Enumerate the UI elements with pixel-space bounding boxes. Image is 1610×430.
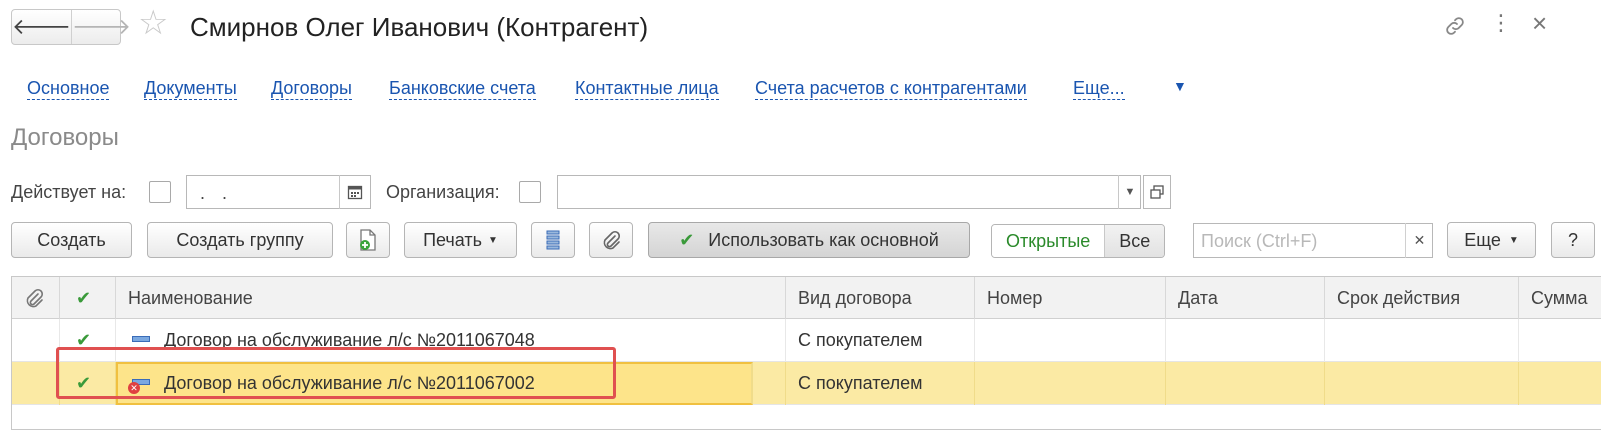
tab-settlement-accounts[interactable]: Счета расчетов с контрагентами — [755, 77, 1027, 100]
table-header: ✔ Наименование Вид договора Номер Дата С… — [12, 277, 1601, 319]
check-icon: ✔ — [76, 287, 92, 308]
page-title: Смирнов Олег Иванович (Контрагент) — [190, 12, 649, 42]
more-menu-icon[interactable]: ⋮ — [1490, 12, 1512, 34]
tab-more-arrow-icon[interactable]: ▼ — [1173, 78, 1187, 94]
header-attachment[interactable] — [12, 277, 60, 319]
search-clear-button[interactable]: ✕ — [1405, 223, 1433, 258]
more-button[interactable]: Еще ▼ — [1447, 222, 1536, 258]
use-as-main-label: Использовать как основной — [708, 229, 939, 250]
organization-label: Организация: — [386, 182, 500, 202]
add-document-icon — [360, 229, 376, 251]
tab-main[interactable]: Основное — [27, 77, 110, 100]
valid-on-checkbox[interactable] — [149, 181, 171, 203]
forward-button[interactable]: 🡒 — [71, 10, 131, 44]
paperclip-icon — [603, 230, 621, 250]
back-button[interactable]: 🡐 — [12, 10, 71, 44]
section-title: Договоры — [11, 124, 119, 151]
row-name-cell[interactable]: Договор на обслуживание л/с №2011067048 — [116, 319, 786, 362]
row-attachment-cell — [12, 362, 60, 405]
header-name[interactable]: Наименование — [116, 277, 786, 319]
row-date-cell[interactable] — [1166, 319, 1325, 362]
row-term-cell[interactable] — [1325, 319, 1519, 362]
organization-open-button[interactable] — [1143, 175, 1171, 209]
chevron-down-icon: ▼ — [1124, 186, 1136, 198]
header-main-flag[interactable]: ✔ — [60, 277, 116, 319]
row-spacer-cell — [753, 362, 786, 405]
row-date-cell[interactable] — [1166, 362, 1325, 405]
paperclip-icon — [26, 288, 44, 308]
row-main-flag-cell: ✔ — [60, 362, 116, 405]
valid-on-label: Действует на: — [11, 182, 127, 202]
organization-checkbox[interactable] — [519, 181, 541, 203]
tab-bank-accounts[interactable]: Банковские счета — [389, 77, 536, 100]
header-date[interactable]: Дата — [1166, 277, 1325, 319]
close-icon: ✕ — [1413, 232, 1426, 248]
filter-all-button[interactable]: Все — [1105, 225, 1165, 257]
calendar-button[interactable] — [339, 175, 370, 209]
list-view-button[interactable] — [531, 222, 575, 258]
tab-contracts[interactable]: Договоры — [271, 77, 352, 100]
create-button[interactable]: Создать — [11, 222, 132, 258]
arrow-right-icon: 🡒 — [72, 14, 131, 39]
create-group-button[interactable]: Создать группу — [147, 222, 333, 258]
attach-file-button[interactable] — [589, 222, 633, 258]
close-icon[interactable]: × — [1532, 10, 1547, 36]
deleted-contract-icon: ✕ — [128, 379, 150, 394]
help-button[interactable]: ? — [1551, 222, 1595, 258]
tab-contact-persons[interactable]: Контактные лица — [575, 77, 719, 100]
filter-open-button[interactable]: Открытые — [992, 225, 1106, 257]
favorite-star-icon[interactable]: ☆ — [138, 6, 168, 40]
date-value: . . — [200, 183, 234, 203]
more-label: Еще — [1464, 229, 1501, 250]
row-attachment-cell — [12, 319, 60, 362]
arrow-left-icon: 🡐 — [12, 14, 71, 39]
row-name: Договор на обслуживание л/с №2011067002 — [164, 373, 535, 393]
row-name: Договор на обслуживание л/с №2011067048 — [164, 330, 535, 350]
row-kind-cell[interactable]: С покупателем — [786, 319, 975, 362]
calendar-icon — [347, 185, 363, 200]
row-name-cell[interactable]: ✕ Договор на обслуживание л/с №201106700… — [116, 362, 753, 405]
tab-more[interactable]: Еще... — [1073, 77, 1125, 100]
header-kind[interactable]: Вид договора — [786, 277, 975, 319]
row-sum-cell[interactable] — [1519, 362, 1601, 405]
row-kind-cell[interactable]: С покупателем — [786, 362, 975, 405]
row-number-cell[interactable] — [975, 319, 1166, 362]
filter-toggle: Открытые Все — [991, 224, 1166, 258]
check-icon: ✔ — [76, 330, 92, 350]
use-as-main-button[interactable]: ✔ Использовать как основной — [648, 222, 970, 258]
row-main-flag-cell: ✔ — [60, 319, 116, 362]
contract-item-icon — [132, 336, 150, 345]
chevron-down-icon: ▼ — [488, 234, 498, 246]
organization-field[interactable] — [557, 175, 1141, 209]
print-label: Печать — [423, 229, 483, 250]
row-term-cell[interactable] — [1325, 362, 1519, 405]
tab-documents[interactable]: Документы — [144, 77, 237, 100]
header-sum[interactable]: Сумма — [1519, 277, 1601, 319]
header-number[interactable]: Номер — [975, 277, 1166, 319]
row-sum-cell[interactable] — [1519, 319, 1601, 362]
chevron-down-icon: ▼ — [1508, 234, 1519, 246]
check-icon: ✔ — [679, 229, 695, 250]
open-window-icon — [1150, 185, 1164, 199]
list-icon — [546, 230, 560, 250]
row-number-cell[interactable] — [975, 362, 1166, 405]
search-placeholder: Поиск (Ctrl+F) — [1201, 231, 1318, 251]
navigation-buttons: 🡐 🡒 — [11, 9, 131, 45]
contracts-table: ✔ Наименование Вид договора Номер Дата С… — [11, 276, 1601, 430]
organization-dropdown-button[interactable]: ▼ — [1118, 175, 1141, 209]
copy-document-button[interactable] — [346, 222, 390, 258]
table-row[interactable]: ✔ Договор на обслуживание л/с №201106704… — [12, 319, 1601, 362]
print-button[interactable]: Печать ▼ — [404, 222, 517, 258]
check-icon: ✔ — [76, 373, 92, 393]
link-icon[interactable] — [1443, 14, 1467, 42]
table-row-selected[interactable]: ✔ ✕ Договор на обслуживание л/с №2011067… — [12, 362, 1601, 405]
header-term[interactable]: Срок действия — [1325, 277, 1519, 319]
